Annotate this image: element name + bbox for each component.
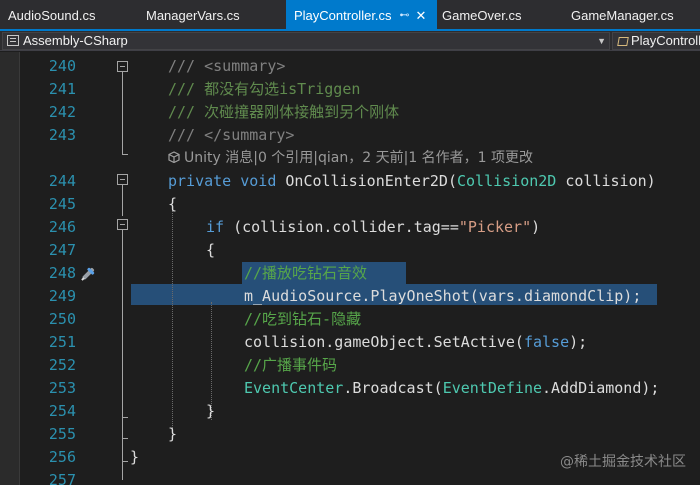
tab-label: GameOver.cs: [442, 8, 522, 23]
code-line-241[interactable]: 241 /// 都没有勾选isTriggen: [0, 78, 700, 101]
code-text: }: [130, 448, 140, 466]
line-number: 256: [48, 448, 76, 466]
tab-playcontroller[interactable]: PlayController.cs ⊷ ✕: [286, 0, 437, 29]
code-line-254[interactable]: 254 }: [0, 400, 700, 423]
tab-label: GameManager.cs: [571, 8, 674, 23]
code-line-249[interactable]: 249 m_AudioSource.PlayOneShot(vars.diamo…: [0, 285, 700, 308]
line-number: 244: [48, 172, 76, 190]
code-line-242[interactable]: 242 /// 次碰撞器刚体接触到另个刚体: [0, 101, 700, 124]
code-line-257[interactable]: 257: [0, 469, 700, 485]
project-icon: [7, 35, 19, 46]
code-line-255[interactable]: 255 }: [0, 423, 700, 446]
line-number: 251: [48, 333, 76, 351]
code-line-248[interactable]: 248 //播放吃钻石音效: [0, 262, 700, 285]
line-number: 250: [48, 310, 76, 328]
code-line-253[interactable]: 253 EventCenter.Broadcast(EventDefine.Ad…: [0, 377, 700, 400]
code-line-240[interactable]: 240 /// <summary>: [0, 55, 700, 78]
code-line-243[interactable]: 243 /// </summary>: [0, 124, 700, 147]
line-number: 253: [48, 379, 76, 397]
line-number: 252: [48, 356, 76, 374]
navigation-bar: Assembly-CSharp ▼ PlayControll: [0, 31, 700, 51]
code-text: //吃到钻石-隐藏: [244, 310, 362, 328]
chevron-down-icon: ▼: [597, 36, 606, 46]
code-line-250[interactable]: 250 //吃到钻石-隐藏: [0, 308, 700, 331]
watermark: @稀土掘金技术社区: [560, 454, 686, 470]
cube-icon: [168, 151, 180, 163]
document-tab-bar: AudioSound.cs ManagerVars.cs PlayControl…: [0, 0, 700, 31]
code-text: //播放吃钻石音效: [244, 264, 368, 282]
code-text: }: [168, 425, 178, 443]
code-text: {: [168, 195, 178, 213]
tab-label: PlayController.cs: [294, 8, 392, 23]
code-text: /// </summary>: [168, 126, 295, 144]
code-text: EventCenter.Broadcast(EventDefine.AddDia…: [244, 379, 660, 397]
tab-label: AudioSound.cs: [8, 8, 96, 23]
line-number: 240: [48, 57, 76, 75]
line-number: 246: [48, 218, 76, 236]
code-line-247[interactable]: 247 {: [0, 239, 700, 262]
line-number: 257: [48, 471, 76, 485]
line-number: 247: [48, 241, 76, 259]
code-text: m_AudioSource.PlayOneShot(vars.diamondCl…: [244, 287, 642, 305]
class-name: PlayControll: [631, 33, 700, 48]
line-number: 241: [48, 80, 76, 98]
line-number: 242: [48, 103, 76, 121]
code-text: if (collision.collider.tag=="Picker"): [206, 218, 541, 236]
code-text: /// <summary>: [168, 57, 286, 75]
codelens[interactable]: Unity 消息|0 个引用|qian，2 天前|1 名作者，1 项更改: [0, 147, 700, 170]
code-editor[interactable]: 240 /// <summary> 241 /// 都没有勾选isTriggen…: [0, 52, 700, 485]
code-text: /// 都没有勾选isTriggen: [168, 80, 361, 98]
line-number: 248: [48, 264, 76, 282]
tab-gamemanager[interactable]: GameManager.cs: [563, 0, 700, 29]
code-line-245[interactable]: 245 {: [0, 193, 700, 216]
code-text: /// 次碰撞器刚体接触到另个刚体: [168, 103, 400, 121]
tab-audiosound[interactable]: AudioSound.cs: [0, 0, 138, 29]
close-icon[interactable]: ✕: [416, 0, 427, 29]
code-text: }: [206, 402, 216, 420]
code-line-244[interactable]: 244 private void OnCollisionEnter2D(Coll…: [0, 170, 700, 193]
line-number: 249: [48, 287, 76, 305]
tab-label: ManagerVars.cs: [146, 8, 240, 23]
code-line-251[interactable]: 251 collision.gameObject.SetActive(false…: [0, 331, 700, 354]
code-text: private void OnCollisionEnter2D(Collisio…: [168, 172, 656, 190]
pin-icon[interactable]: ⊷: [400, 0, 410, 29]
project-dropdown[interactable]: Assembly-CSharp ▼: [2, 32, 610, 50]
tab-managervars[interactable]: ManagerVars.cs: [138, 0, 284, 29]
line-number: 255: [48, 425, 76, 443]
class-icon: [617, 35, 628, 46]
code-line-246[interactable]: 246 if (collision.collider.tag=="Picker"…: [0, 216, 700, 239]
line-number: 245: [48, 195, 76, 213]
code-text: collision.gameObject.SetActive(false);: [244, 333, 588, 351]
code-text: //广播事件码: [244, 356, 338, 374]
code-text: {: [206, 241, 216, 259]
class-dropdown[interactable]: PlayControll: [612, 32, 700, 50]
project-name: Assembly-CSharp: [23, 33, 128, 48]
code-line-252[interactable]: 252 //广播事件码: [0, 354, 700, 377]
line-number: 254: [48, 402, 76, 420]
line-number: 243: [48, 126, 76, 144]
tab-gameover[interactable]: GameOver.cs: [434, 0, 564, 29]
codelens-text[interactable]: Unity 消息|0 个引用|qian，2 天前|1 名作者，1 项更改: [168, 147, 533, 170]
